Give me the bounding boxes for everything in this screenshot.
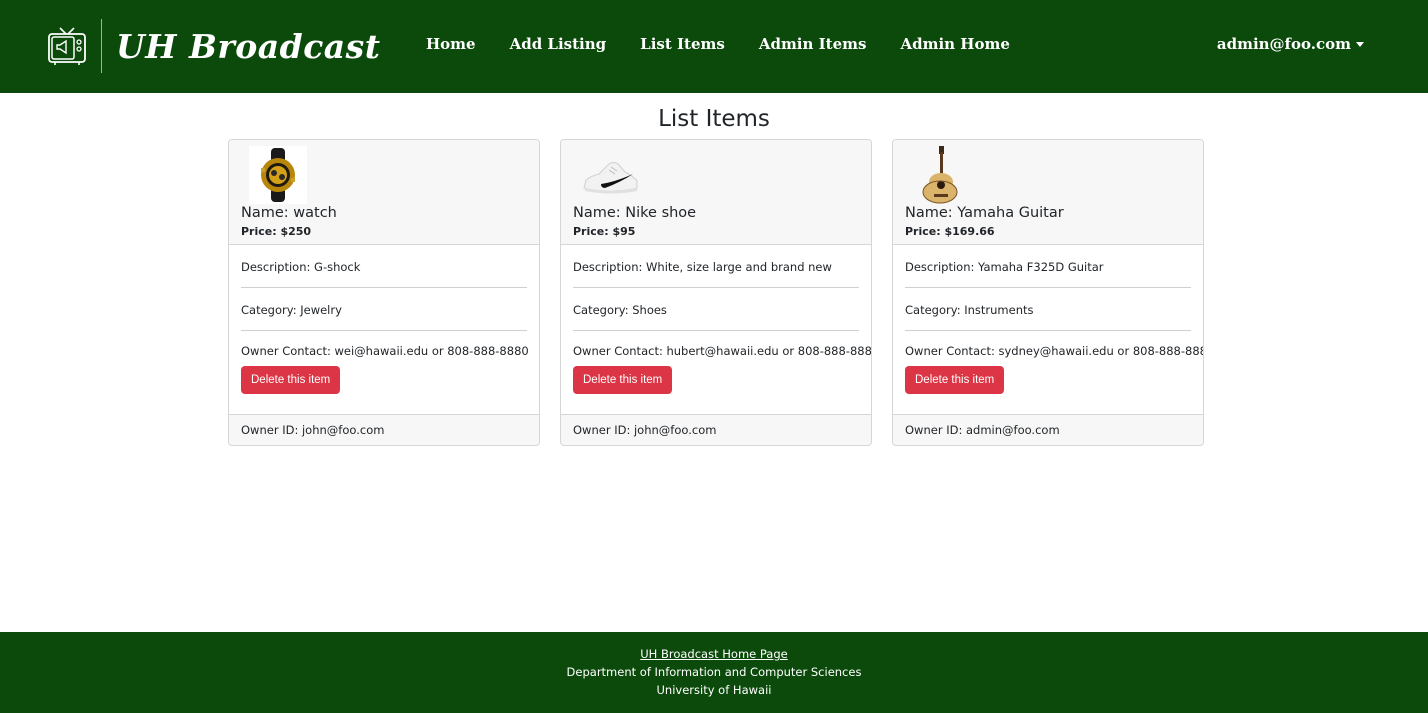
item-card: Name: Nike shoe Price: $95 Description: …	[560, 139, 872, 446]
item-name: Name: watch	[241, 205, 337, 221]
nav-admin-items[interactable]: Admin Items	[759, 35, 867, 53]
card-body: Description: White, size large and brand…	[561, 245, 871, 394]
caret-down-icon	[1356, 41, 1364, 47]
page-footer: UH Broadcast Home Page Department of Inf…	[0, 632, 1428, 713]
nav-links: Home Add Listing List Items Admin Items …	[426, 35, 1044, 53]
card-header: Name: Yamaha Guitar Price: $169.66	[893, 140, 1203, 245]
delete-item-button[interactable]: Delete this item	[573, 366, 673, 394]
card-footer: Owner ID: john@foo.com	[561, 414, 871, 445]
item-name: Name: Yamaha Guitar	[905, 205, 1064, 221]
delete-item-button[interactable]: Delete this item	[905, 366, 1005, 394]
item-category: Category: Jewelry	[241, 288, 527, 331]
item-cards: Name: watch Price: $250 Description: G-s…	[228, 139, 1224, 446]
footer-department: Department of Information and Computer S…	[566, 665, 862, 679]
item-card: Name: Yamaha Guitar Price: $169.66 Descr…	[892, 139, 1204, 446]
nav-add-listing[interactable]: Add Listing	[510, 35, 607, 53]
item-description: Description: Yamaha F325D Guitar	[905, 245, 1191, 288]
item-card: Name: watch Price: $250 Description: G-s…	[228, 139, 540, 446]
card-footer: Owner ID: john@foo.com	[229, 414, 539, 445]
item-price: Price: $250	[241, 225, 312, 238]
guitar-image	[922, 146, 958, 204]
item-contact: Owner Contact: hubert@hawaii.edu or 808-…	[573, 344, 872, 358]
item-contact: Owner Contact: wei@hawaii.edu or 808-888…	[241, 344, 529, 358]
user-dropdown[interactable]: admin@foo.com	[1217, 35, 1364, 53]
footer-university: University of Hawaii	[656, 683, 772, 697]
nav-home[interactable]: Home	[426, 35, 476, 53]
nav-list-items[interactable]: List Items	[640, 35, 725, 53]
shoe-image	[583, 162, 638, 194]
brand-divider	[101, 19, 102, 73]
card-header: Name: Nike shoe Price: $95	[561, 140, 871, 245]
brand-name[interactable]: UH Broadcast	[116, 27, 381, 66]
watch-image	[249, 146, 307, 204]
card-footer: Owner ID: admin@foo.com	[893, 414, 1203, 445]
card-header: Name: watch Price: $250	[229, 140, 539, 245]
item-category: Category: Shoes	[573, 288, 859, 331]
brand[interactable]: UH Broadcast	[47, 18, 381, 74]
item-description: Description: White, size large and brand…	[573, 245, 859, 288]
footer-home-link[interactable]: UH Broadcast Home Page	[0, 647, 1428, 661]
item-price: Price: $169.66	[905, 225, 995, 238]
top-navbar: UH Broadcast Home Add Listing List Items…	[0, 0, 1428, 93]
item-name: Name: Nike shoe	[573, 205, 697, 221]
item-price: Price: $95	[573, 225, 636, 238]
page-title: List Items	[658, 106, 770, 132]
nav-admin-home[interactable]: Admin Home	[900, 35, 1009, 53]
item-contact: Owner Contact: sydney@hawaii.edu or 808-…	[905, 344, 1204, 358]
card-body: Description: Yamaha F325D Guitar Categor…	[893, 245, 1203, 394]
item-description: Description: G-shock	[241, 245, 527, 288]
delete-item-button[interactable]: Delete this item	[241, 366, 341, 394]
tv-megaphone-icon	[48, 27, 86, 65]
user-email[interactable]: admin@foo.com	[1217, 35, 1351, 53]
card-body: Description: G-shock Category: Jewelry O…	[229, 245, 539, 394]
item-category: Category: Instruments	[905, 288, 1191, 331]
